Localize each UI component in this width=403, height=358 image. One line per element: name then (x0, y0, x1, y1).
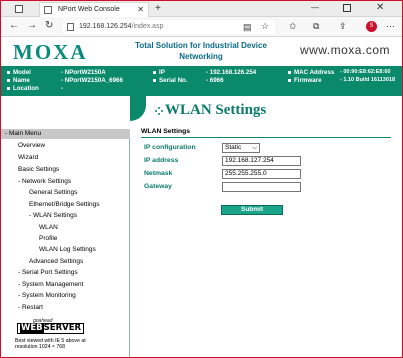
site-header: MOXA Total Solution for Industrial Devic… (1, 37, 402, 65)
sidebar-item-wlan-settings[interactable]: - WLAN Settings (29, 212, 77, 219)
forward-arrow-icon[interactable]: → (27, 20, 37, 31)
main-menu-header[interactable]: - Main Menu (1, 129, 130, 139)
model-label: Model (13, 69, 31, 76)
main-content: WLAN Settings WLAN Settings IP configura… (130, 96, 401, 357)
sidebar-item-system-management[interactable]: - System Management (18, 281, 83, 288)
title-dots-icon (155, 107, 163, 115)
ip-address-input[interactable]: 192.168.127.254 (222, 156, 301, 166)
url-host: 192.168.126.254 (79, 23, 132, 30)
sidebar-item-profile[interactable]: Profile (39, 235, 57, 242)
tab-title: NPort Web Console (58, 6, 120, 13)
sidebar-item-wlan-log-settings[interactable]: WLAN Log Settings (39, 246, 96, 253)
sidebar-item-system-monitoring[interactable]: - System Monitoring (18, 292, 76, 299)
sidebar-item-restart[interactable]: - Restart (18, 304, 43, 311)
collections-icon[interactable]: ⧉ (313, 21, 319, 32)
ip-address-label: IP address (144, 157, 179, 164)
model-value: - NPortW2150A (61, 69, 106, 76)
name-value: - NPortW2150A_6966 (61, 77, 123, 84)
tab-actions-icon[interactable] (15, 5, 23, 13)
submit-button[interactable]: Submit (221, 205, 283, 215)
ip-config-label: IP configuration (144, 144, 196, 151)
ip-value: - 192.168.126.254 (206, 69, 257, 76)
sidebar-item-network-settings[interactable]: - Network Settings (18, 178, 71, 185)
gateway-input[interactable] (222, 182, 301, 192)
sidebar-item-advanced-settings[interactable]: Advanced Settings (29, 258, 83, 265)
sidebar-item-ethernet-bridge-settings[interactable]: Ethernet/Bridge Settings (29, 201, 99, 208)
netmask-label: Netmask (144, 170, 173, 177)
chevron-down-icon: ⌵ (252, 145, 257, 151)
site-info-icon[interactable] (67, 23, 74, 31)
gateway-label: Gateway (144, 183, 172, 190)
sidebar: - Main Menu Overview Wizard Basic Settin… (1, 96, 130, 357)
header-tagline: Total Solution for Industrial Device Net… (135, 41, 267, 61)
page-title: WLAN Settings (165, 102, 267, 118)
close-tab-icon[interactable]: ✕ (137, 5, 144, 14)
sidebar-item-wlan[interactable]: WLAN (39, 224, 58, 231)
resolution-text: resolution 1024 × 768 (15, 344, 66, 350)
ip-label: IP (159, 69, 165, 76)
netmask-input[interactable]: 255.255.255.0 (222, 169, 301, 179)
serial-label: Serial No. (159, 77, 188, 84)
refresh-icon[interactable]: ↻ (45, 20, 53, 31)
maximize-icon[interactable] (343, 4, 351, 12)
minimize-icon[interactable]: — (311, 3, 319, 12)
page-favicon-icon (44, 6, 52, 14)
name-label: Name (13, 77, 30, 84)
more-menu-icon[interactable]: ⋯ (386, 21, 395, 32)
site-url: www.moxa.com (299, 43, 390, 57)
header-curve (130, 96, 146, 121)
firmware-label: Firmware (294, 77, 322, 84)
sidebar-item-overview[interactable]: Overview (18, 142, 45, 149)
address-toolbar: ← → ↻ 192.168.126.254/index.asp ▤ ☆ ✩ ⧉ … (1, 17, 402, 37)
firmware-value: - 1.10 Build 16113018 (340, 77, 396, 83)
mac-value: - 00:90:E8:62:E8:60 (340, 69, 391, 75)
ip-config-select[interactable]: Static ⌵ (222, 143, 260, 153)
section-header: WLAN Settings (141, 128, 391, 138)
sidebar-item-serial-port-settings[interactable]: - Serial Port Settings (18, 269, 78, 276)
ip-config-value: Static (225, 144, 242, 151)
close-window-icon[interactable]: ✕ (376, 2, 384, 13)
webserver-word-web: WEB (20, 323, 44, 333)
favorites-bar-icon[interactable]: ✩ (289, 21, 297, 32)
url-path: /index.asp (131, 23, 164, 30)
favorite-star-icon[interactable]: ☆ (261, 21, 269, 32)
sidebar-item-wizard[interactable]: Wizard (18, 154, 38, 161)
browser-tab-bar: NPort Web Console ✕ + — ✕ (1, 1, 402, 17)
moxa-logo: MOXA (13, 40, 88, 64)
back-arrow-icon[interactable]: ← (9, 20, 19, 31)
new-tab-icon[interactable]: + (155, 3, 161, 14)
webserver-word-server: SERVER (43, 323, 82, 333)
reader-view-icon[interactable]: ▤ (243, 22, 252, 33)
sidebar-item-general-settings[interactable]: General Settings (29, 189, 77, 196)
profile-badge-icon[interactable]: S (366, 21, 377, 32)
share-icon[interactable]: ⇪ (339, 21, 347, 32)
location-value: - (61, 85, 64, 92)
location-label: Location (13, 85, 39, 92)
mac-label: MAC Address (294, 69, 335, 76)
device-info-band: Model - NPortW2150A Name - NPortW2150A_6… (1, 66, 402, 96)
serial-value: - 6966 (206, 77, 224, 84)
address-field[interactable]: 192.168.126.254/index.asp ▤ ☆ (63, 20, 275, 34)
sidebar-item-basic-settings[interactable]: Basic Settings (18, 166, 59, 173)
browser-tab[interactable]: NPort Web Console ✕ (39, 2, 149, 17)
